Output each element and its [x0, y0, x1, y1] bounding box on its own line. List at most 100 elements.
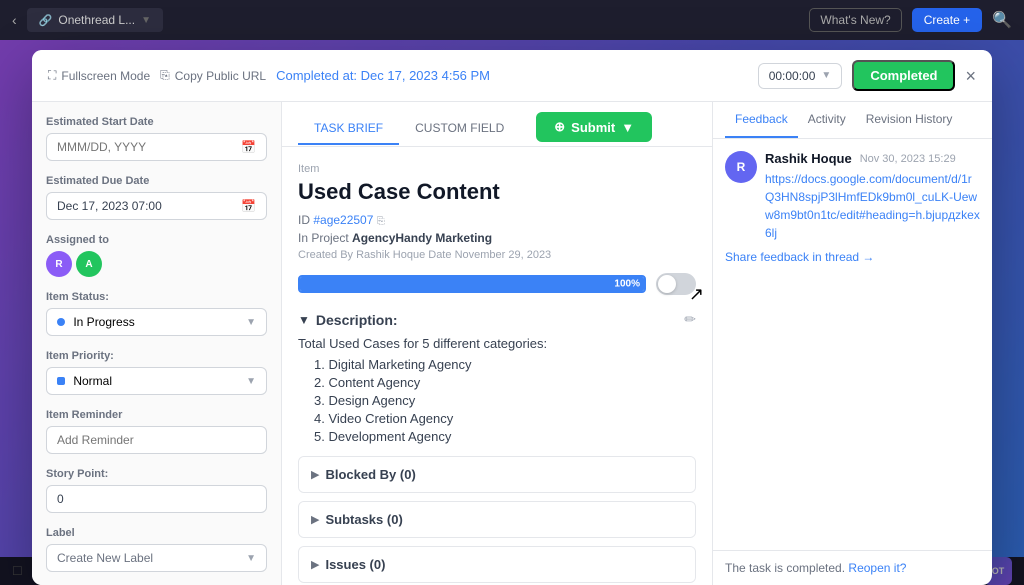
description-title: Description:: [316, 312, 398, 328]
priority-icon: [57, 377, 65, 385]
close-button[interactable]: ×: [965, 67, 976, 85]
est-start-group: Estimated Start Date 📅: [46, 116, 267, 161]
list-item: Content Agency: [314, 375, 696, 390]
label-field-label: Label: [46, 527, 267, 539]
item-priority-label: Item Priority:: [46, 350, 267, 362]
calendar-icon-2: 📅: [241, 199, 256, 213]
est-start-field[interactable]: [57, 140, 241, 154]
progress-fill: [300, 277, 644, 291]
comment-time: Nov 30, 2023 15:29: [860, 153, 956, 165]
issues-chevron-icon: ▶: [311, 558, 319, 571]
task-date: November 29, 2023: [455, 249, 552, 261]
label-chevron: ▼: [246, 553, 256, 564]
description-section-header[interactable]: ▼ Description: ✏: [298, 311, 696, 328]
right-tab-bar: Feedback Activity Revision History: [713, 102, 992, 139]
reopen-link[interactable]: Reopen it?: [848, 561, 906, 575]
copy-icon: ⎘: [160, 68, 170, 83]
label-dropdown[interactable]: Create New Label ▼: [46, 544, 267, 572]
time-picker[interactable]: 00:00:00 ▼: [758, 63, 843, 89]
project-name: AgencyHandy Marketing: [352, 231, 492, 245]
est-due-input[interactable]: Dec 17, 2023 07:00 📅: [46, 192, 267, 220]
whats-new-button[interactable]: What's New?: [809, 8, 901, 32]
item-status-label: Item Status:: [46, 291, 267, 303]
progress-container: 100% ↗: [298, 273, 696, 295]
item-priority-dropdown[interactable]: Normal ▼: [46, 367, 267, 395]
issues-title: Issues (0): [325, 557, 385, 572]
create-button[interactable]: Create +: [912, 8, 982, 32]
tab-revision-history[interactable]: Revision History: [856, 102, 963, 138]
progress-label: 100%: [614, 279, 640, 290]
fullscreen-button[interactable]: ⛶ Fullscreen Mode: [48, 68, 150, 83]
right-footer: The task is completed. Reopen it?: [713, 550, 992, 585]
footer-text: The task is completed.: [725, 561, 845, 575]
task-id[interactable]: #age22507: [313, 213, 373, 227]
toggle-switch[interactable]: ↗: [656, 273, 696, 295]
copy-public-url-button[interactable]: ⎘ Copy Public URL: [160, 68, 266, 83]
comment-link[interactable]: https://docs.google.com/document/d/1rQ3H…: [765, 170, 980, 242]
blocked-by-section: ▶ Blocked By (0): [298, 456, 696, 493]
main-content: TASK BRIEF CUSTOM FIELD ⊕ Submit ▼ Item …: [282, 102, 712, 585]
tab-feedback[interactable]: Feedback: [725, 102, 798, 138]
list-item: Video Cretion Agency: [314, 411, 696, 426]
assigned-group: Assigned to R A: [46, 234, 267, 277]
task-project-row: In Project AgencyHandy Marketing: [298, 231, 696, 245]
story-point-label: Story Point:: [46, 468, 267, 480]
tab-activity[interactable]: Activity: [798, 102, 856, 138]
right-panel: Feedback Activity Revision History R Ras…: [712, 102, 992, 585]
submit-button[interactable]: ⊕ Submit ▼: [536, 112, 652, 142]
tab-task-brief[interactable]: TASK BRIEF: [298, 113, 399, 145]
share-feedback-link[interactable]: Share feedback in thread →: [725, 250, 980, 264]
left-sidebar: Estimated Start Date 📅 Estimated Due Dat…: [32, 102, 282, 585]
search-icon[interactable]: 🔍: [992, 10, 1012, 30]
tab-chevron: ▼: [141, 15, 151, 26]
commenter-avatar: R: [725, 151, 757, 183]
back-icon[interactable]: ‹: [12, 12, 17, 28]
list-item: Digital Marketing Agency: [314, 357, 696, 372]
reminder-label: Item Reminder: [46, 409, 267, 421]
label-group: Label Create New Label ▼: [46, 527, 267, 572]
tab-custom-field[interactable]: CUSTOM FIELD: [399, 113, 520, 145]
task-id-copy-icon[interactable]: ⎘: [377, 216, 385, 227]
desc-intro: Total Used Cases for 5 different categor…: [298, 336, 696, 351]
item-status-dropdown[interactable]: In Progress ▼: [46, 308, 267, 336]
app-tab[interactable]: 🔗 Onethread L... ▼: [27, 8, 163, 32]
est-start-input[interactable]: 📅: [46, 133, 267, 161]
est-due-value: Dec 17, 2023 07:00: [57, 199, 162, 213]
description-edit-icon[interactable]: ✏: [684, 311, 696, 328]
story-point-input[interactable]: [46, 485, 267, 513]
app-taskbar: ‹ 🔗 Onethread L... ▼ What's New? Create …: [0, 0, 1024, 40]
story-point-group: Story Point:: [46, 468, 267, 513]
reminder-group: Item Reminder: [46, 409, 267, 454]
blocked-chevron-icon: ▶: [311, 468, 319, 481]
est-due-label: Estimated Due Date: [46, 175, 267, 187]
progress-bar[interactable]: 100%: [298, 275, 646, 293]
task-title: Used Case Content: [298, 179, 696, 205]
time-chevron: ▼: [821, 70, 831, 81]
completed-badge-button[interactable]: Completed: [852, 60, 955, 91]
list-item: Design Agency: [314, 393, 696, 408]
reminder-input[interactable]: [46, 426, 267, 454]
right-content: R Rashik Hoque Nov 30, 2023 15:29 https:…: [713, 139, 992, 550]
modal-header: ⛶ Fullscreen Mode ⎘ Copy Public URL Comp…: [32, 50, 992, 102]
status-chevron: ▼: [246, 317, 256, 328]
time-value: 00:00:00: [769, 69, 816, 83]
subtasks-chevron-icon: ▶: [311, 513, 319, 526]
description-chevron-icon: ▼: [298, 313, 310, 327]
item-label: Item: [298, 163, 696, 175]
completed-time-label: Completed at: Dec 17, 2023 4:56 PM: [276, 68, 490, 83]
label-placeholder: Create New Label: [57, 551, 153, 565]
modal-body: Estimated Start Date 📅 Estimated Due Dat…: [32, 102, 992, 585]
blocked-by-header[interactable]: ▶ Blocked By (0): [299, 457, 695, 492]
issues-header[interactable]: ▶ Issues (0): [299, 547, 695, 582]
tab-bar: TASK BRIEF CUSTOM FIELD ⊕ Submit ▼: [282, 102, 712, 147]
modal-overlay: ⛶ Fullscreen Mode ⎘ Copy Public URL Comp…: [0, 40, 1024, 585]
priority-chevron: ▼: [246, 376, 256, 387]
fullscreen-icon: ⛶: [48, 68, 56, 83]
tab-icon: 🔗: [39, 14, 53, 27]
assigned-avatars: R A: [46, 251, 267, 277]
subtasks-title: Subtasks (0): [325, 512, 402, 527]
task-id-row: ID #age22507 ⎘: [298, 213, 696, 227]
avatar-2[interactable]: A: [76, 251, 102, 277]
avatar-1[interactable]: R: [46, 251, 72, 277]
subtasks-header[interactable]: ▶ Subtasks (0): [299, 502, 695, 537]
